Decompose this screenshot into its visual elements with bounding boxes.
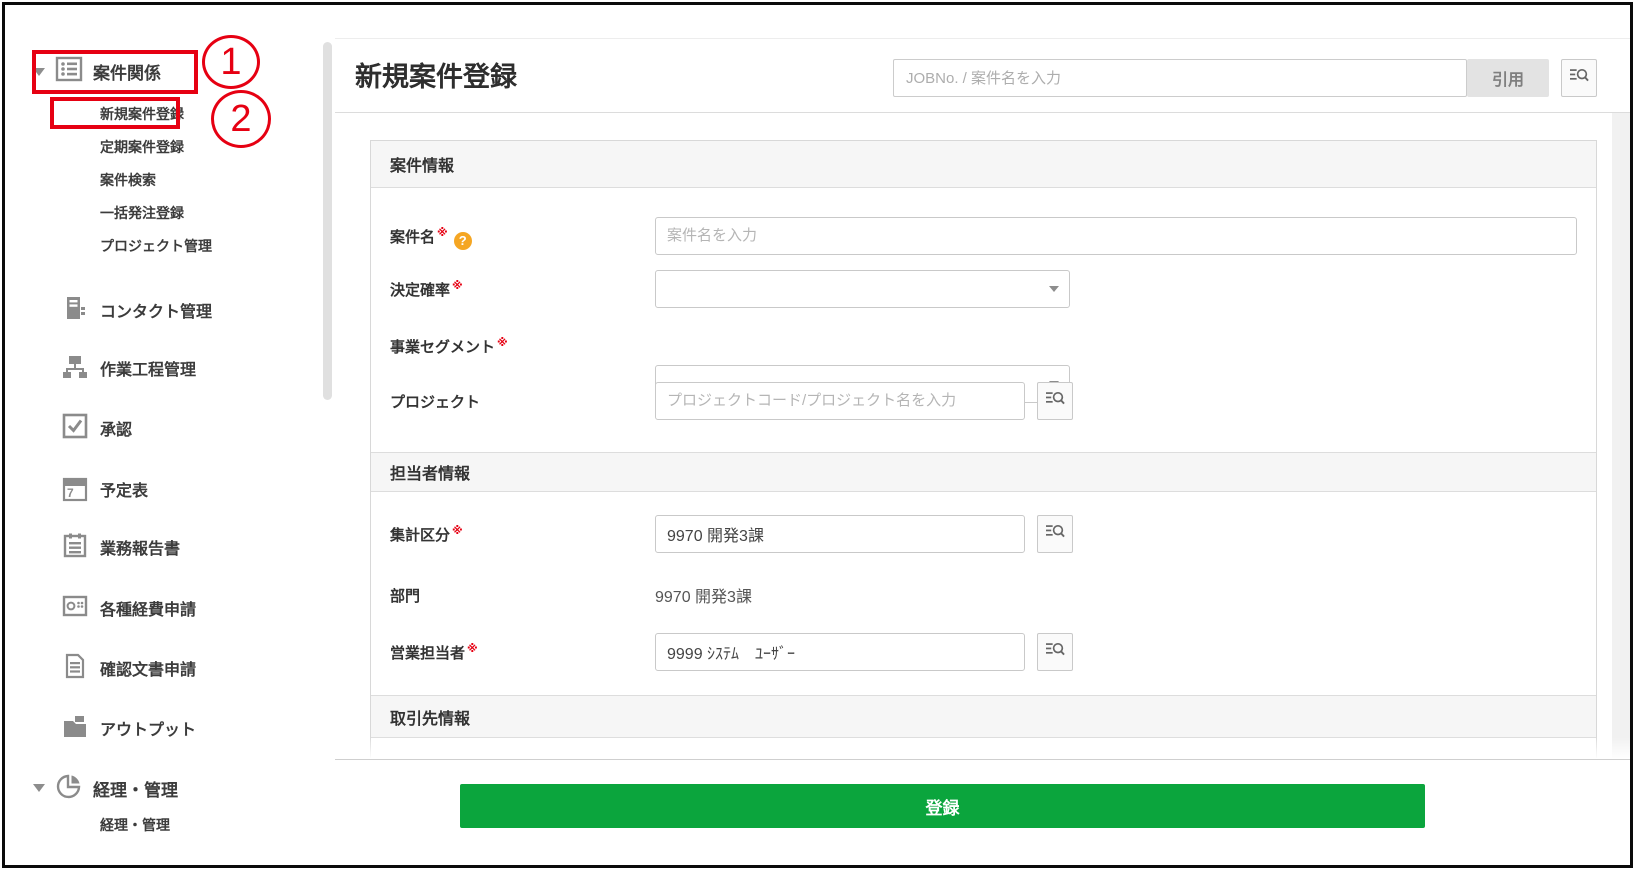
report-clipboard-icon — [61, 531, 89, 564]
sidebar-group-keiri[interactable]: 経理・管理 — [33, 768, 178, 808]
sidebar-item-case-search[interactable]: 案件検索 — [100, 170, 156, 190]
output-folder-icon — [61, 712, 89, 745]
advanced-search-button[interactable] — [1561, 59, 1597, 97]
job-search-input[interactable] — [893, 59, 1467, 97]
sidebar-scrollbar-thumb[interactable] — [323, 42, 332, 400]
annotation-box-group — [32, 50, 198, 94]
project-search-button[interactable] — [1037, 382, 1073, 420]
sidebar-item-process-mgmt-label: 作業工程管理 — [100, 356, 196, 380]
decision-probability-label: 決定確率※ — [390, 279, 463, 300]
search-list-icon — [1046, 389, 1065, 413]
department-value: 9970 開発3課 — [655, 583, 752, 607]
aggregation-category-search-button[interactable] — [1037, 515, 1073, 553]
annotation-circle-2: 2 — [211, 90, 271, 148]
project-label: プロジェクト — [390, 391, 480, 412]
calendar-day-label: 7 — [67, 486, 74, 500]
scroll-fade — [336, 737, 1632, 759]
sidebar: 案件関係 新規案件登録 定期案件登録 案件検索 一括発注登録 プロジェクト管理 … — [5, 5, 335, 867]
sidebar-item-confirm-doc[interactable]: 確認文書申請 — [61, 648, 196, 688]
sidebar-item-approval[interactable]: 承認 — [61, 408, 132, 448]
section-client-info: 取引先情報 — [371, 695, 1596, 738]
required-mark: ※ — [452, 525, 463, 537]
section-staff-info: 担当者情報 — [371, 452, 1596, 492]
sidebar-item-expense-request-label: 各種経費申請 — [100, 596, 196, 620]
document-icon — [61, 652, 89, 685]
required-mark: ※ — [452, 280, 463, 292]
main-scroll-track[interactable] — [1612, 113, 1631, 805]
submit-button[interactable]: 登録 — [460, 784, 1425, 828]
footer-bar: 登録 — [335, 759, 1633, 837]
search-list-icon — [1046, 640, 1065, 664]
approval-check-icon — [61, 412, 89, 445]
case-name-field — [655, 217, 1577, 255]
help-icon[interactable]: ? — [454, 232, 472, 250]
quote-button[interactable]: 引用 — [1467, 59, 1549, 97]
required-mark: ※ — [497, 337, 508, 349]
form-panel: 案件情報 案件名※? 決定確率※ 事業セグメント※ プロジェクト — [370, 140, 1597, 758]
sidebar-item-approval-label: 承認 — [100, 416, 132, 440]
sales-rep-search-button[interactable] — [1037, 633, 1073, 671]
annotation-circle-1: 1 — [202, 35, 260, 89]
business-segment-label: 事業セグメント※ — [390, 336, 508, 357]
sidebar-item-recurring-case[interactable]: 定期案件登録 — [100, 137, 184, 157]
sales-rep-field — [655, 633, 1025, 671]
sidebar-group-keiri-label: 経理・管理 — [93, 776, 178, 801]
search-list-icon — [1570, 66, 1589, 90]
sidebar-item-expense-request[interactable]: 各種経費申請 — [61, 588, 196, 628]
chevron-down-icon — [1049, 286, 1059, 292]
sidebar-item-work-report[interactable]: 業務報告書 — [61, 527, 180, 567]
sidebar-item-output-label: アウトプット — [100, 716, 196, 740]
aggregation-category-label: 集計区分※ — [390, 524, 463, 545]
sidebar-item-project-mgmt[interactable]: プロジェクト管理 — [100, 236, 212, 256]
sidebar-item-keiri-sub[interactable]: 経理・管理 — [100, 815, 170, 835]
contact-mgmt-icon — [61, 294, 89, 327]
required-mark: ※ — [467, 643, 478, 655]
pie-chart-icon — [55, 772, 83, 805]
job-search-field — [893, 59, 1467, 97]
sidebar-item-process-mgmt[interactable]: 作業工程管理 — [61, 348, 196, 388]
page-title: 新規案件登録 — [355, 55, 517, 94]
sales-rep-input[interactable] — [655, 633, 1025, 671]
sidebar-item-bulk-order[interactable]: 一括発注登録 — [100, 203, 184, 223]
sidebar-item-contact-mgmt[interactable]: コンタクト管理 — [61, 290, 212, 330]
sitemap-icon — [61, 352, 89, 385]
sidebar-item-output[interactable]: アウトプット — [61, 708, 196, 748]
calendar-icon: 7 — [61, 475, 89, 503]
header-divider — [335, 112, 1633, 113]
sidebar-item-contact-mgmt-label: コンタクト管理 — [100, 298, 212, 322]
aggregation-category-input[interactable] — [655, 515, 1025, 553]
section-case-info: 案件情報 — [371, 141, 1596, 188]
case-name-input[interactable] — [655, 217, 1577, 255]
search-list-icon — [1046, 522, 1065, 546]
app-window: 案件関係 新規案件登録 定期案件登録 案件検索 一括発注登録 プロジェクト管理 … — [2, 2, 1633, 868]
aggregation-category-field — [655, 515, 1025, 553]
project-input[interactable] — [655, 382, 1025, 420]
case-name-label: 案件名※? — [390, 226, 472, 250]
sidebar-item-schedule[interactable]: 7 予定表 — [61, 469, 148, 509]
sales-rep-label: 営業担当者※ — [390, 642, 478, 663]
expense-safe-icon — [61, 592, 89, 625]
sidebar-item-work-report-label: 業務報告書 — [100, 535, 180, 559]
top-hairline — [335, 38, 1633, 39]
decision-probability-select[interactable] — [655, 270, 1070, 308]
required-mark: ※ — [437, 227, 448, 239]
sidebar-item-confirm-doc-label: 確認文書申請 — [100, 656, 196, 680]
chevron-expanded-icon[interactable] — [33, 784, 45, 792]
annotation-box-new-case — [50, 97, 180, 129]
department-label: 部門 — [390, 585, 420, 606]
sidebar-item-schedule-label: 予定表 — [100, 477, 148, 501]
project-field — [655, 382, 1025, 420]
